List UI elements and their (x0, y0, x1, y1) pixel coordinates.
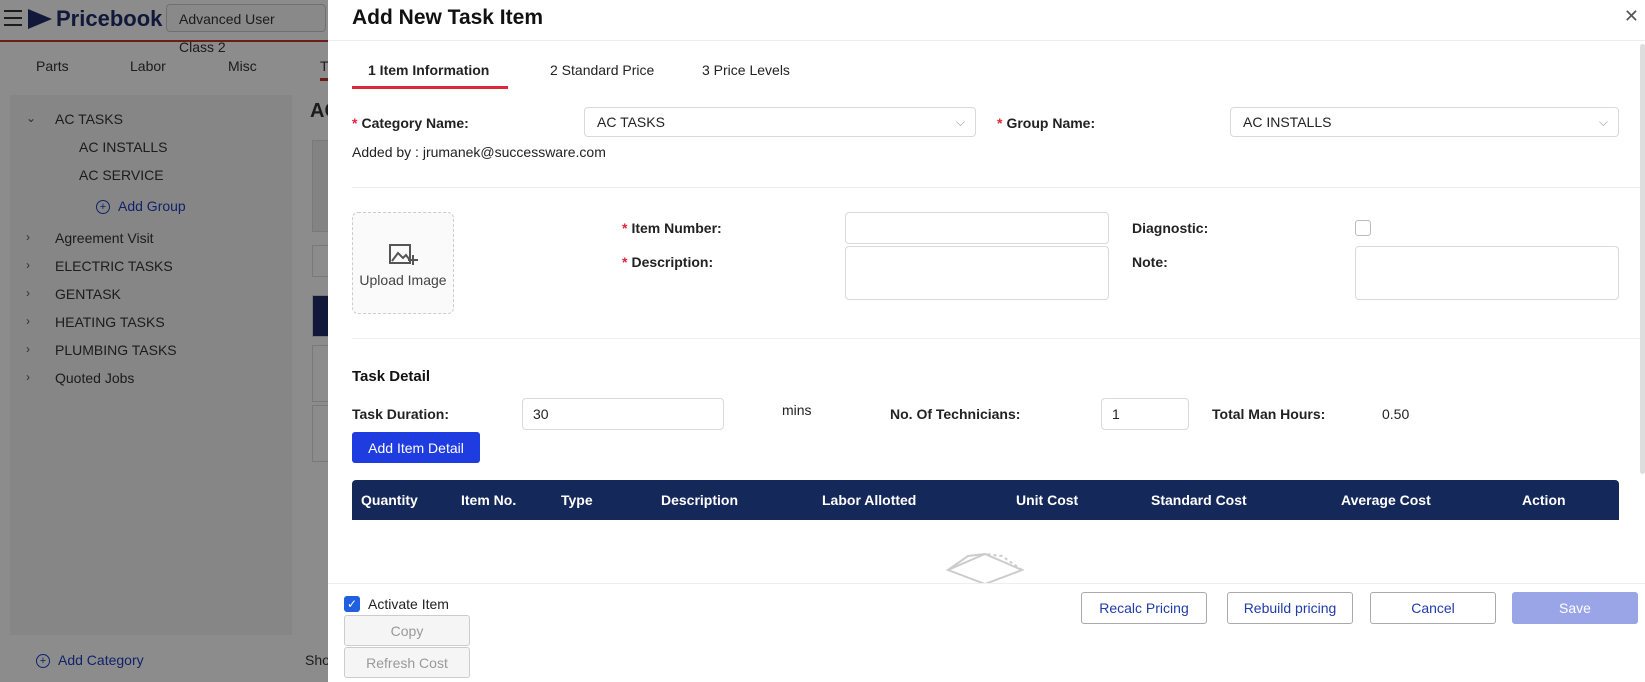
chevron-down-icon: ⌵ (1598, 115, 1608, 129)
empty-box-icon (945, 552, 1025, 584)
item-number-label: * Item Number: (622, 220, 722, 236)
diagnostic-label-text: Diagnostic (1132, 220, 1204, 236)
add-item-detail-button[interactable]: Add Item Detail (352, 432, 480, 463)
man-hours-value: 0.50 (1382, 406, 1410, 422)
save-button[interactable]: Save (1512, 592, 1638, 624)
description-label-text: Description (631, 254, 709, 270)
close-icon[interactable]: ✕ (1624, 6, 1639, 27)
drawer-title: Add New Task Item (352, 6, 543, 29)
add-task-item-drawer: Add New Task Item ✕ 1 Item Information 2… (328, 0, 1645, 682)
tab-item-information[interactable]: 1 Item Information (368, 62, 489, 78)
header-divider (328, 40, 1645, 41)
diagnostic-checkbox[interactable] (1355, 220, 1371, 236)
group-name-value: AC INSTALLS (1243, 114, 1332, 130)
active-tab-indicator (352, 86, 508, 89)
upload-image-button[interactable]: Upload Image (352, 212, 454, 314)
column-description: Description (661, 492, 739, 508)
footer-divider (328, 583, 1645, 584)
copy-button[interactable]: Copy (344, 615, 470, 646)
refresh-cost-button[interactable]: Refresh Cost (344, 647, 470, 678)
section-divider (352, 187, 1645, 188)
task-duration-label-text: Task Duration (352, 406, 445, 422)
description-textarea[interactable] (845, 246, 1109, 300)
column-type: Type (561, 492, 593, 508)
column-item-no: Item No. (461, 492, 517, 508)
activate-item-checkbox[interactable]: ✓ (344, 596, 360, 612)
technicians-input[interactable] (1101, 398, 1189, 430)
modal-overlay[interactable] (0, 0, 328, 682)
image-upload-icon (389, 244, 418, 265)
column-action: Action (1522, 492, 1566, 508)
note-label: Note: (1132, 254, 1168, 270)
task-detail-title: Task Detail (352, 368, 431, 385)
description-label: * Description: (622, 254, 714, 270)
chevron-down-icon: ⌵ (955, 115, 965, 129)
tab-standard-price[interactable]: 2 Standard Price (550, 62, 654, 78)
category-name-label-text: Category Name (361, 115, 465, 131)
group-name-select[interactable]: AC INSTALLS ⌵ (1230, 107, 1619, 137)
note-textarea[interactable] (1355, 246, 1619, 300)
group-name-label: * Group Name: (997, 115, 1096, 131)
group-name-label-text: Group Name (1006, 115, 1091, 131)
category-name-select[interactable]: AC TASKS ⌵ (584, 107, 976, 137)
tab-price-levels[interactable]: 3 Price Levels (702, 62, 790, 78)
recalc-pricing-button[interactable]: Recalc Pricing (1081, 592, 1207, 624)
cancel-button[interactable]: Cancel (1370, 592, 1496, 624)
category-name-label: * Category Name: (352, 115, 469, 131)
column-standard-cost: Standard Cost (1151, 492, 1247, 508)
diagnostic-label: Diagnostic: (1132, 220, 1209, 236)
rebuild-pricing-button[interactable]: Rebuild pricing (1227, 592, 1353, 624)
note-label-text: Note (1132, 254, 1164, 270)
column-average-cost: Average Cost (1341, 492, 1431, 508)
column-labor-allotted: Labor Allotted (822, 492, 917, 508)
column-quantity: Quantity (361, 492, 418, 508)
added-by-text: Added by : jrumanek@successware.com (352, 144, 606, 160)
man-hours-label: Total Man Hours: (1212, 406, 1326, 422)
category-name-value: AC TASKS (597, 114, 665, 130)
mins-unit: mins (782, 402, 812, 418)
activate-item-label: Activate Item (368, 596, 449, 612)
technicians-label-text: No. Of Technicians (890, 406, 1016, 422)
item-number-input[interactable] (845, 212, 1109, 244)
item-number-label-text: Item Number (631, 220, 718, 236)
task-duration-label: Task Duration: (352, 406, 449, 422)
technicians-label: No. Of Technicians: (890, 406, 1021, 422)
column-unit-cost: Unit Cost (1016, 492, 1079, 508)
task-duration-input[interactable] (522, 398, 724, 430)
drawer-scrollbar[interactable] (1640, 44, 1645, 474)
man-hours-label-text: Total Man Hours (1212, 406, 1321, 422)
section-divider (352, 338, 1645, 339)
upload-image-label: Upload Image (359, 272, 447, 288)
item-detail-table-header: Quantity Item No. Type Description Labor… (352, 480, 1619, 520)
